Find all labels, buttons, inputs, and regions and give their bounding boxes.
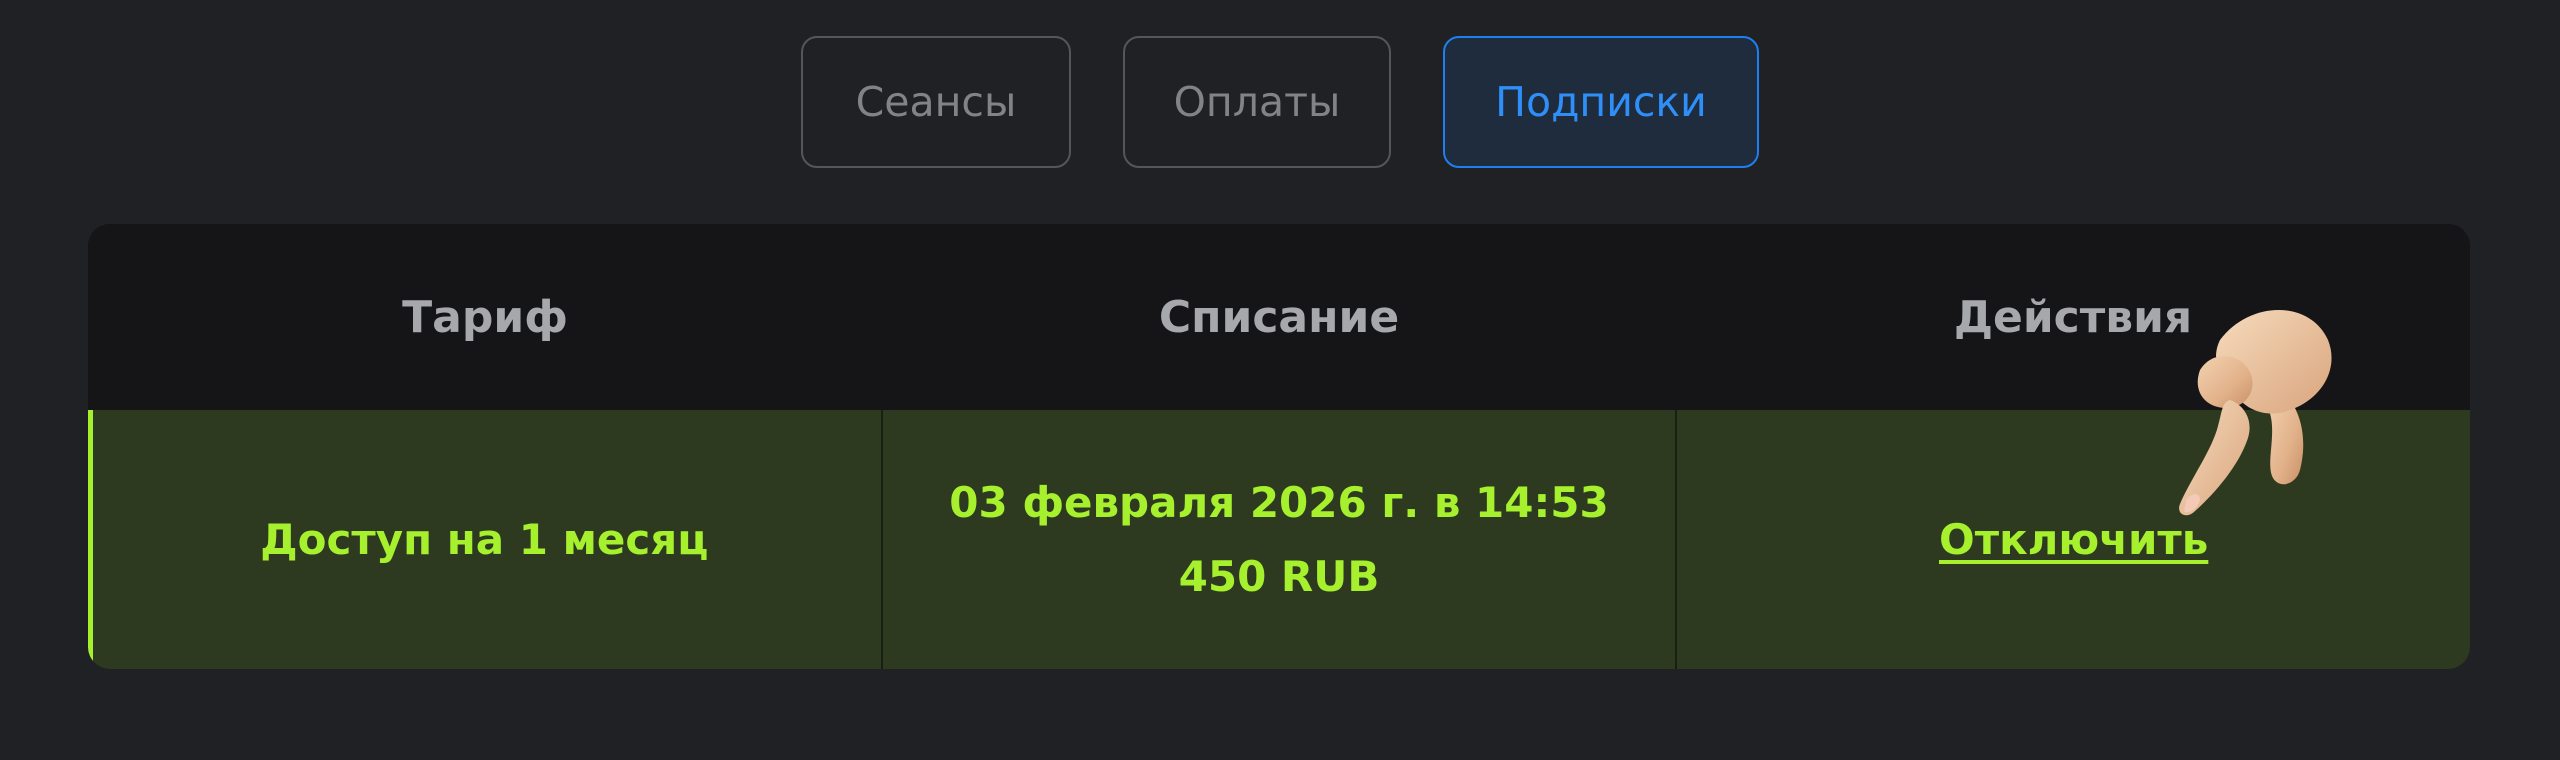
tab-sessions[interactable]: Сеансы <box>801 36 1071 168</box>
charge-cell: 03 февраля 2026 г. в 14:53 450 RUB <box>883 410 1678 669</box>
charge-amount: 450 RUB <box>1178 551 1380 601</box>
column-header-charge: Списание <box>1158 291 1400 343</box>
table-header: Тариф Списание Действия <box>88 224 2470 410</box>
table-row: Доступ на 1 месяц 03 февраля 2026 г. в 1… <box>88 410 2470 669</box>
charge-date: 03 февраля 2026 г. в 14:53 <box>949 477 1609 527</box>
tab-bar: Сеансы Оплаты Подписки <box>0 36 2560 168</box>
actions-cell: Отключить <box>1677 410 2470 669</box>
pointing-hand-icon <box>2179 310 2332 516</box>
tariff-cell: Доступ на 1 месяц <box>88 410 883 669</box>
tab-subscriptions[interactable]: Подписки <box>1443 36 1759 168</box>
column-header-tariff: Тариф <box>402 291 568 343</box>
tab-payments[interactable]: Оплаты <box>1123 36 1391 168</box>
tariff-name: Доступ на 1 месяц <box>260 514 709 564</box>
column-header-actions: Действия <box>1953 291 2193 343</box>
subscriptions-table: Тариф Списание Действия Доступ на 1 меся… <box>88 224 2470 669</box>
